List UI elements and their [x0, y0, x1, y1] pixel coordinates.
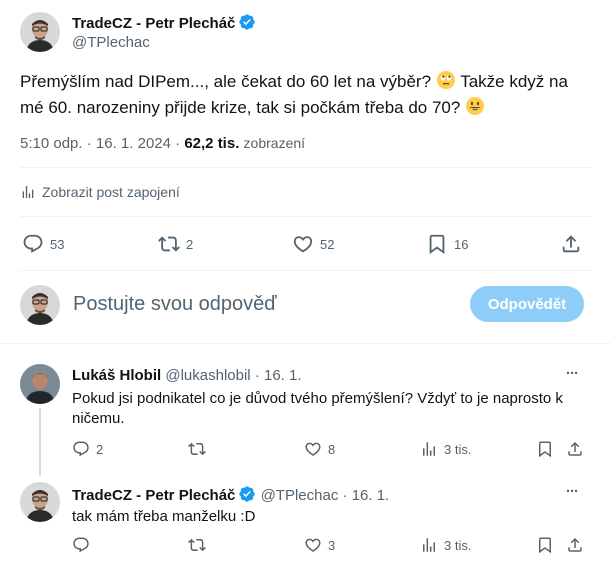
repost-button[interactable] [188, 440, 212, 458]
repost-icon [158, 233, 180, 255]
heart-icon [304, 440, 322, 458]
bookmark-icon [536, 536, 554, 554]
author-name[interactable]: TradeCZ - Petr Plecháč [72, 15, 235, 32]
bookmark-icon [536, 440, 554, 458]
post-text-part1: Přemýšlím nad DIPem..., ale čekat do 60 … [20, 72, 432, 91]
bookmark-button[interactable]: 16 [426, 233, 468, 255]
bookmark-count: 16 [454, 236, 469, 252]
divider [20, 167, 591, 168]
share-button[interactable] [566, 440, 584, 458]
author-handle[interactable]: @TPlechac [72, 34, 150, 51]
like-button[interactable]: 3 [304, 536, 335, 554]
like-button[interactable]: 8 [304, 440, 335, 458]
reply-submit-button[interactable]: Odpovědět [470, 286, 584, 322]
divider [20, 270, 591, 271]
person-avatar-icon [20, 482, 60, 522]
person-avatar-icon [20, 285, 60, 325]
post-meta: 5:10 odp. · 16. 1. 2024 · 62,2 tis. zobr… [20, 134, 305, 153]
reply-button[interactable] [72, 536, 96, 554]
share-icon [566, 536, 584, 554]
divider [0, 343, 611, 344]
reply-bubble-icon [72, 440, 90, 458]
views-label: zobrazení [243, 135, 306, 151]
reply-bubble-icon [72, 536, 90, 554]
reply-header: TradeCZ - Petr Plecháč @TPlechac · 16. 1… [72, 485, 389, 505]
more-options-button[interactable]: ··· [566, 365, 579, 382]
views-button[interactable]: 3 tis. [420, 440, 471, 458]
share-button[interactable] [566, 536, 584, 554]
views-count: 3 tis. [444, 441, 472, 457]
post-time[interactable]: 5:10 odp. [20, 135, 83, 152]
analytics-icon [20, 184, 36, 200]
meta-separator: · [86, 135, 92, 152]
more-options-button[interactable]: ··· [566, 483, 579, 500]
reply-date[interactable]: 16. 1. [352, 487, 390, 504]
bookmark-button[interactable] [536, 536, 554, 554]
divider [20, 216, 591, 217]
views-count: 3 tis. [444, 537, 472, 553]
reply-text: tak mám třeba manželku :D [72, 508, 256, 525]
reply-date[interactable]: 16. 1. [264, 367, 302, 384]
rolling-eyes-emoji-icon [436, 70, 456, 90]
author-avatar[interactable] [20, 12, 60, 52]
views-count: 62,2 tis. [184, 135, 240, 152]
like-count: 3 [328, 537, 336, 553]
thread-line [39, 408, 41, 476]
views-button[interactable]: 3 tis. [420, 536, 471, 554]
analytics-icon [420, 440, 438, 458]
reply-avatar[interactable] [20, 482, 60, 522]
verified-badge-icon [238, 13, 256, 31]
repost-count: 2 [186, 236, 194, 252]
reply-composer-input[interactable]: Postujte svou odpověď [73, 290, 453, 318]
verified-badge-icon [238, 485, 256, 503]
bookmark-button[interactable] [536, 440, 554, 458]
reply-author-handle[interactable]: @TPlechac [261, 487, 339, 504]
bookmark-icon [426, 233, 448, 255]
share-icon [566, 440, 584, 458]
reply-avatar[interactable] [20, 364, 60, 404]
like-count: 8 [328, 441, 336, 457]
reply-count: 2 [96, 441, 104, 457]
repost-button[interactable] [188, 536, 212, 554]
view-engagement-link[interactable]: Zobrazit post zapojení [20, 184, 180, 200]
like-button[interactable]: 52 [292, 233, 334, 255]
share-button[interactable] [560, 233, 582, 255]
like-count: 52 [320, 236, 335, 252]
view-engagement-label: Zobrazit post zapojení [42, 184, 180, 200]
composer-avatar[interactable] [20, 285, 60, 325]
reply-author-handle[interactable]: @lukashlobil [165, 367, 250, 384]
post-text: Přemýšlím nad DIPem..., ale čekat do 60 … [20, 69, 595, 121]
reply-bubble-icon [22, 233, 44, 255]
person-avatar-icon [20, 364, 60, 404]
reply-author-name[interactable]: TradeCZ - Petr Plecháč [72, 487, 235, 504]
reply-header: Lukáš Hlobil @lukashlobil · 16. 1. [72, 367, 302, 385]
repost-button[interactable]: 2 [158, 233, 193, 255]
post-date[interactable]: 16. 1. 2024 [96, 135, 171, 152]
reply-button[interactable]: 2 [72, 440, 103, 458]
person-avatar-icon [20, 12, 60, 52]
repost-icon [188, 440, 206, 458]
share-icon [560, 233, 582, 255]
meta-separator: · [342, 487, 348, 504]
meta-separator: · [175, 135, 181, 152]
meta-separator: · [254, 367, 260, 384]
repost-icon [188, 536, 206, 554]
reply-author-name[interactable]: Lukáš Hlobil [72, 367, 161, 384]
heart-icon [304, 536, 322, 554]
analytics-icon [420, 536, 438, 554]
reply-count: 53 [50, 236, 65, 252]
reply-text: Pokud jsi podnikatel co je důvod tvého p… [72, 390, 563, 427]
heart-icon [292, 233, 314, 255]
grinning-emoji-icon [465, 96, 485, 116]
reply-button[interactable]: 53 [22, 233, 64, 255]
